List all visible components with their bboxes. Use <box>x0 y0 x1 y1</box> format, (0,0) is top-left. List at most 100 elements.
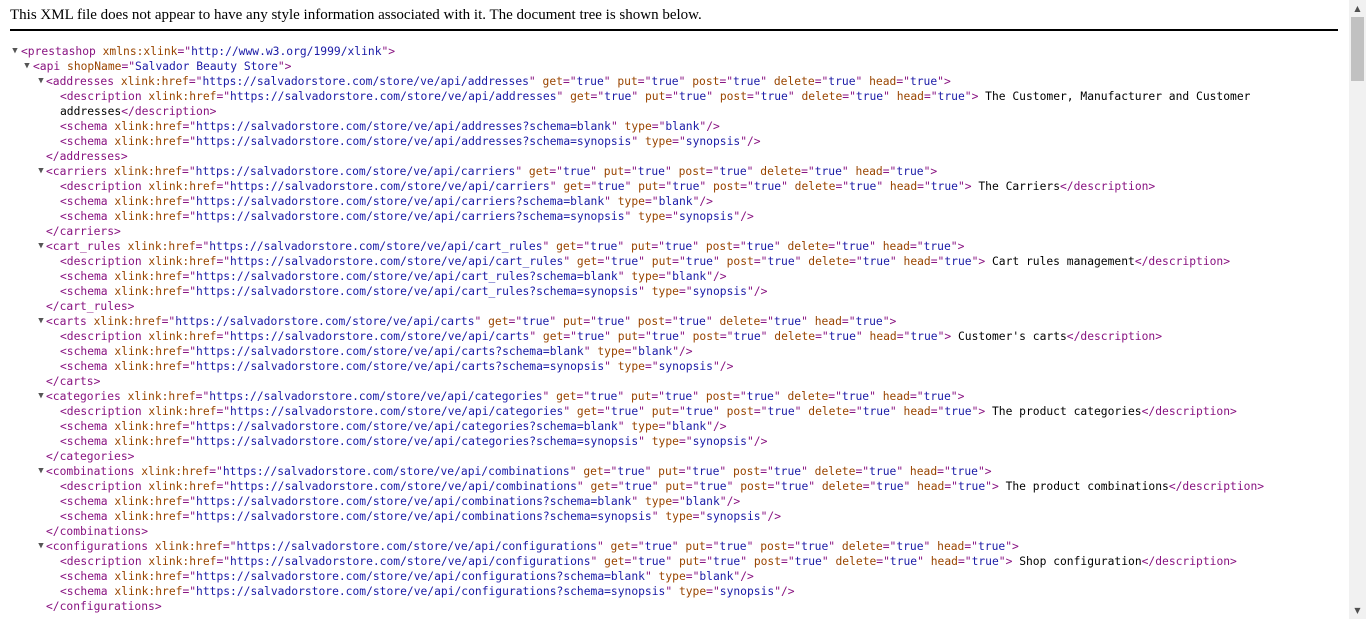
xml-tag-token: " <box>569 465 584 478</box>
xml-tag-token: "/> <box>706 420 727 433</box>
xml-line-content: <cart_rules xlink:href="https://salvador… <box>46 239 964 254</box>
xml-attribute-name: get <box>610 540 631 553</box>
xml-attribute-name: type <box>651 435 679 448</box>
xml-attribute-value: true <box>801 540 829 553</box>
xml-tag-token: <schema <box>60 345 115 358</box>
expand-collapse-triangle-icon[interactable]: ▼ <box>10 44 20 59</box>
expand-collapse-triangle-icon[interactable]: ▼ <box>36 464 46 479</box>
xml-attribute-name: type <box>678 585 707 598</box>
xml-attribute-value: true <box>610 405 639 418</box>
scroll-down-arrow-icon[interactable]: ▼ <box>1349 602 1366 619</box>
xml-tag-token: "> <box>1005 540 1019 553</box>
xml-attribute-value: true <box>590 390 618 403</box>
xml-attribute-value: https://salvadorstore.com/store/ve/api/c… <box>196 435 639 448</box>
xml-attribute-name: get <box>604 555 625 568</box>
expand-collapse-triangle-icon[interactable]: ▼ <box>36 389 46 404</box>
expand-collapse-triangle-icon[interactable]: ▼ <box>36 164 46 179</box>
xml-line-content: <schema xlink:href="https://salvadorstor… <box>60 269 727 284</box>
xml-attribute-name: head <box>917 480 945 493</box>
expand-collapse-triangle-icon[interactable]: ▼ <box>22 59 32 74</box>
xml-line: <schema xlink:href="https://salvadorstor… <box>0 119 1349 134</box>
xml-attribute-value: true <box>651 330 679 343</box>
xml-tag-token: "/> <box>733 210 754 223</box>
xml-attribute-value: true <box>719 540 747 553</box>
xml-attribute-value: https://salvadorstore.com/store/ve/api/c… <box>196 495 632 508</box>
xml-attribute-name: delete <box>787 390 829 403</box>
xml-line: ▼ <categories xlink:href="https://salvado… <box>0 389 1349 404</box>
xml-tag-token: =" <box>937 465 951 478</box>
scrollbar-thumb[interactable] <box>1351 17 1364 81</box>
xml-tag-token: =" <box>849 255 863 268</box>
xml-attribute-name: head <box>896 90 924 103</box>
xml-attribute-name: put <box>644 90 666 103</box>
vertical-scrollbar[interactable]: ▲ ▼ <box>1349 0 1366 619</box>
xml-tag-token: "> <box>937 75 951 88</box>
xml-tag-token: =" <box>161 315 176 328</box>
xml-tag-token: " <box>603 75 618 88</box>
xml-attribute-value: true <box>733 330 761 343</box>
xml-line-content: <carriers xlink:href="https://salvadorst… <box>46 164 937 179</box>
xml-tag-token: "> <box>277 60 292 73</box>
xml-attribute-name: post <box>753 555 782 568</box>
expand-collapse-triangle-icon[interactable]: ▼ <box>36 74 46 89</box>
xml-tag-token: " <box>665 555 679 568</box>
xml-tag-token: " <box>665 165 679 178</box>
xml-line-content: <schema xlink:href="https://salvadorstor… <box>60 584 795 599</box>
xml-tag-token: =" <box>597 255 611 268</box>
xml-attribute-value: true <box>876 480 904 493</box>
xml-attribute-name: head <box>855 165 883 178</box>
xml-tag-token: </description> <box>1060 180 1156 193</box>
expand-collapse-triangle-icon[interactable]: ▼ <box>36 539 46 554</box>
xml-tag-token: </cart_rules> <box>46 300 135 313</box>
xml-tag-token: "> <box>957 180 972 193</box>
xml-attribute-value: true <box>637 165 665 178</box>
xml-tag-token: =" <box>195 240 210 253</box>
xml-line: </addresses> <box>0 149 1349 164</box>
xml-tag-token: " <box>692 390 706 403</box>
xml-tag-token: =" <box>182 195 197 208</box>
xml-tag-token: =" <box>182 360 197 373</box>
xml-tag-token: <schema <box>60 585 115 598</box>
xml-line: <description xlink:href="https://salvado… <box>0 554 1349 569</box>
xml-tag-token: </addresses> <box>46 150 128 163</box>
xml-attribute-value: https://salvadorstore.com/store/ve/api/c… <box>196 345 584 358</box>
xml-attribute-name: head <box>869 75 897 88</box>
xml-tag-token: =" <box>814 75 829 88</box>
xml-attribute-value: true <box>617 465 645 478</box>
xml-tag-token: </description> <box>1066 330 1163 343</box>
xml-attribute-name: post <box>726 405 754 418</box>
xml-tag-token: " <box>563 255 577 268</box>
xml-text-node: The Customer, Manufacturer and Customer <box>978 90 1251 103</box>
xml-attribute-value: true <box>773 315 802 328</box>
xml-attribute-name: head <box>882 240 910 253</box>
xml-tag-token: " <box>617 270 632 283</box>
xml-attribute-name: xlink:href <box>114 360 183 373</box>
xml-attribute-value: synopsis <box>685 135 741 148</box>
expand-collapse-triangle-icon[interactable]: ▼ <box>36 239 46 254</box>
xml-attribute-value: true <box>672 180 700 193</box>
xml-tag-token: " <box>624 315 638 328</box>
xml-tag-token: "> <box>950 390 965 403</box>
xml-tag-token: "/> <box>692 195 713 208</box>
xml-text-node: The Carriers <box>971 180 1060 193</box>
xml-tag-token: <schema <box>60 135 115 148</box>
xml-tag-token: "> <box>977 465 992 478</box>
xml-tag-token: </categories> <box>46 450 135 463</box>
scroll-up-arrow-icon[interactable]: ▲ <box>1349 0 1366 17</box>
xml-tag-token: =" <box>562 75 577 88</box>
xml-tag-token: " <box>855 75 870 88</box>
xml-attribute-name: post <box>740 480 768 493</box>
xml-attribute-value: true <box>977 540 1006 553</box>
xml-tag-token: =" <box>672 255 686 268</box>
xml-attribute-value: true <box>862 405 890 418</box>
xml-attribute-value: true <box>841 240 870 253</box>
xml-attribute-name: delete <box>773 75 815 88</box>
xml-attribute-name: delete <box>814 465 856 478</box>
xml-attribute-name: xlink:href <box>148 180 217 193</box>
xml-attribute-name: put <box>678 555 700 568</box>
xml-line-content: <description xlink:href="https://salvado… <box>60 404 1237 419</box>
xml-attribute-name: post <box>705 240 734 253</box>
xml-tag-token: =" <box>665 210 679 223</box>
expand-collapse-triangle-icon[interactable]: ▼ <box>36 314 46 329</box>
xml-tag-token: =" <box>216 480 231 493</box>
